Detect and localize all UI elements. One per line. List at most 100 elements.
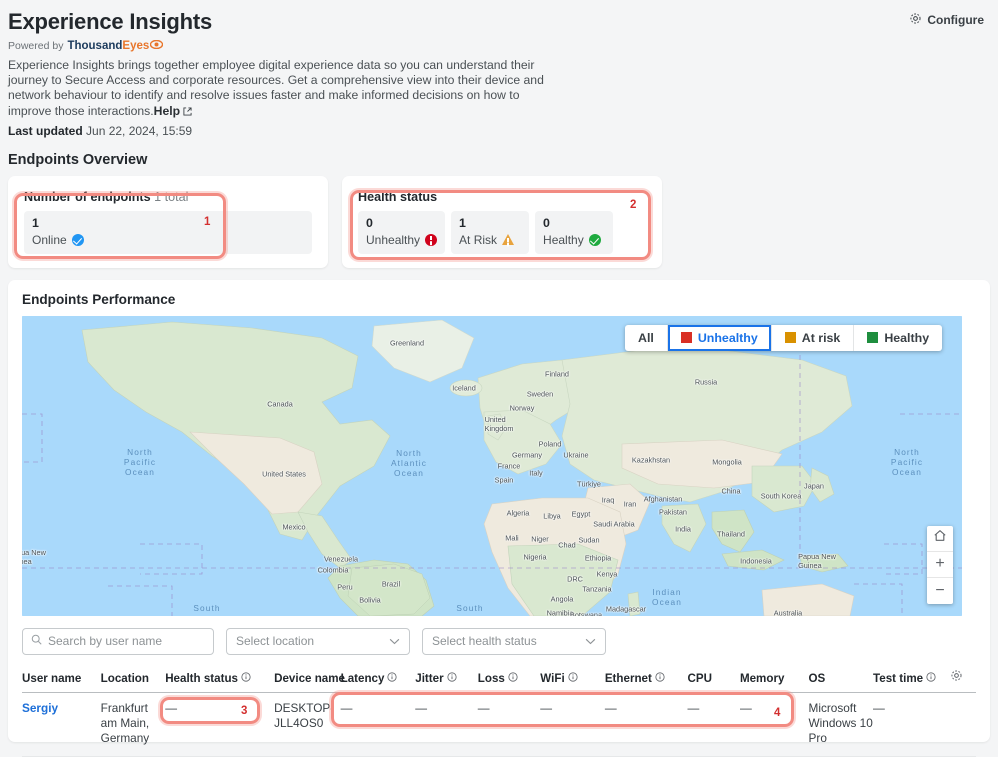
cell-device-name: DESKTOP-JLL4OS0 (274, 692, 341, 757)
th-latency[interactable]: Latency (340, 664, 416, 693)
cell-cpu: — (687, 692, 740, 757)
map-label: Tanzania (582, 584, 612, 594)
map-label: Angola (550, 594, 574, 604)
cell-health-status: — (165, 692, 275, 757)
powered-by: Powered by Thousand Eyes (8, 39, 986, 52)
map-home-button[interactable] (927, 526, 953, 552)
map-label: Ethiopia (584, 553, 612, 563)
endpoints-card-subtitle: 1 total (154, 189, 189, 204)
map-label: Iceland (452, 383, 476, 393)
legend-button-at-risk[interactable]: At risk (772, 324, 855, 351)
intro-body: Experience Insights brings together empl… (8, 58, 544, 118)
map-graphic (22, 315, 962, 616)
th-os[interactable]: OS (808, 664, 874, 693)
info-icon[interactable] (508, 672, 518, 685)
stat-healthy-label-row: Healthy (543, 232, 605, 248)
th-device-name-label: Device name (274, 671, 345, 685)
stat-unhealthy[interactable]: 0 Unhealthy (358, 210, 446, 254)
help-link[interactable]: Help (154, 104, 180, 118)
at-risk-icon (502, 234, 515, 246)
th-column-settings[interactable] (949, 664, 976, 693)
info-icon[interactable] (241, 672, 251, 685)
online-check-icon (71, 233, 84, 246)
gear-icon (950, 670, 963, 685)
configure-button[interactable]: Configure (909, 12, 984, 28)
th-memory[interactable]: Memory (739, 664, 809, 693)
world-map[interactable]: Greenland Iceland Finland Sweden Norway Canad… (22, 315, 962, 616)
legend-button-unhealthy[interactable]: Unhealthy (668, 324, 772, 351)
map-label: Germany (511, 450, 543, 460)
stat-healthy[interactable]: 0 Healthy (535, 210, 614, 254)
unhealthy-swatch-icon (680, 332, 692, 344)
table-row[interactable]: Sergiy Frankfurt am Main, Germany — DESK… (22, 692, 976, 757)
th-latency-label: Latency (340, 671, 385, 685)
map-label: Indonesia (740, 556, 772, 566)
endpoints-table: User name Location Health status Device … (22, 664, 976, 757)
th-location[interactable]: Location (100, 664, 166, 693)
th-jitter-label: Jitter (415, 671, 444, 685)
legend-button-healthy[interactable]: Healthy (854, 325, 942, 351)
th-device-name[interactable]: Device name (274, 664, 345, 693)
th-location-label: Location (100, 671, 149, 685)
th-wifi-label: WiFi (540, 671, 565, 685)
th-health-status[interactable]: Health status (165, 664, 275, 693)
map-zoom-in-button[interactable]: + (927, 552, 953, 578)
user-name-link[interactable]: Sergiy (22, 701, 58, 715)
search-input[interactable]: Search by user name (22, 627, 214, 655)
page-header: Experience Insights Powered by Thousand E… (0, 0, 998, 138)
powered-by-label: Powered by (8, 40, 64, 52)
map-label: Kazakhstan (631, 455, 671, 465)
stat-online[interactable]: 1 Online (24, 210, 312, 254)
map-label: Sweden (526, 389, 554, 399)
legend-button-all[interactable]: All (625, 324, 668, 351)
location-select-value: Select location (236, 634, 315, 649)
map-label: United Kingdom (484, 414, 514, 433)
info-icon[interactable] (568, 672, 578, 685)
th-wifi[interactable]: WiFi (540, 664, 605, 693)
cell-user-name: Sergiy (22, 692, 101, 757)
map-zoom-out-button[interactable]: − (927, 578, 953, 604)
map-label: Greenland (389, 338, 425, 348)
endpoints-stat-strip: 1 Online (24, 210, 312, 254)
th-user-name-label: User name (22, 671, 82, 685)
th-cpu[interactable]: CPU (687, 664, 740, 693)
map-label: Botswana (569, 610, 603, 616)
location-select[interactable]: Select location (226, 627, 410, 655)
map-label: Madagascar (605, 604, 647, 614)
map-label: Papua New Guinea (798, 551, 836, 570)
home-icon (933, 529, 947, 547)
map-label: Poland (538, 439, 562, 449)
th-user-name[interactable]: User name (22, 664, 101, 693)
cell-os: Microsoft Windows 10 Pro (808, 692, 874, 757)
stat-healthy-label: Healthy (543, 232, 584, 247)
th-loss[interactable]: Loss (477, 664, 541, 693)
th-ethernet[interactable]: Ethernet (604, 664, 688, 693)
map-label: Saudi Arabia (593, 519, 635, 529)
stat-online-label: Online (32, 232, 67, 247)
info-icon[interactable] (387, 672, 398, 685)
search-placeholder: Search by user name (48, 634, 163, 649)
health-status-card: Health status 0 Unhealthy 1 At Risk 0 He… (342, 175, 662, 268)
last-updated-value: Jun 22, 2024, 15:59 (86, 123, 193, 138)
th-test-time[interactable]: Test time (873, 664, 950, 693)
cell-jitter: — (415, 692, 478, 757)
map-label: Brazil (381, 579, 401, 589)
map-label: Indian Ocean (652, 586, 682, 607)
map-label: Iran (623, 499, 637, 509)
th-jitter[interactable]: Jitter (415, 664, 478, 693)
table-header-row: User name Location Health status Device … (22, 664, 976, 693)
health-status-select[interactable]: Select health status (422, 627, 606, 655)
unhealthy-icon (425, 233, 438, 246)
map-label: Türkiye (577, 479, 601, 489)
stat-unhealthy-label-row: Unhealthy (366, 232, 438, 248)
info-icon[interactable] (447, 672, 457, 685)
endpoints-performance-panel: Endpoints Performance Greenland Iceland … (8, 279, 990, 757)
stat-at-risk[interactable]: 1 At Risk (451, 210, 530, 254)
map-label: DRC (567, 574, 583, 584)
cell-latency: — (340, 692, 416, 757)
map-label: Algeria (506, 508, 530, 518)
info-icon[interactable] (655, 672, 665, 685)
thousandeyes-logo: Thousand Eyes (67, 39, 164, 52)
stat-online-label-row: Online (32, 232, 304, 248)
info-icon[interactable] (926, 672, 936, 685)
